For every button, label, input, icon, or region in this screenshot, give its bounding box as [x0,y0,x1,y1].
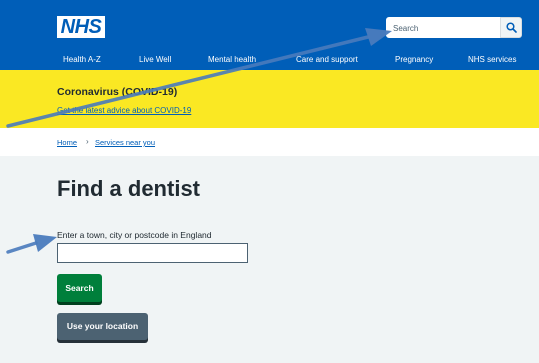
nav-mental-health[interactable]: Mental health [208,55,256,64]
main-nav: Health A-Z Live Well Mental health Care … [0,52,539,70]
nav-pregnancy[interactable]: Pregnancy [395,55,433,64]
covid-banner [0,70,539,128]
search-button[interactable]: Search [57,274,102,302]
breadcrumb [0,128,539,156]
use-location-button[interactable]: Use your location [57,313,148,340]
breadcrumb-home[interactable]: Home [57,138,77,147]
nav-live-well[interactable]: Live Well [139,55,171,64]
arrow-to-input-icon [6,234,57,254]
breadcrumb-services-near-you[interactable]: Services near you [95,138,155,147]
nav-nhs-services[interactable]: NHS services [468,55,516,64]
location-input[interactable] [57,243,248,263]
search-icon [506,22,517,33]
breadcrumb-separator: › [86,137,89,146]
header-search-button[interactable] [500,17,522,38]
nhs-logo[interactable]: NHS [57,16,105,38]
nav-health-a-z[interactable]: Health A-Z [63,55,101,64]
banner-link[interactable]: Get the latest advice about COVID-19 [57,106,191,115]
header-search-input[interactable]: Search [386,17,500,38]
page-title: Find a dentist [57,176,200,201]
nav-care-and-support[interactable]: Care and support [296,55,358,64]
location-label: Enter a town, city or postcode in Englan… [57,230,212,240]
banner-title: Coronavirus (COVID-19) [57,86,178,98]
